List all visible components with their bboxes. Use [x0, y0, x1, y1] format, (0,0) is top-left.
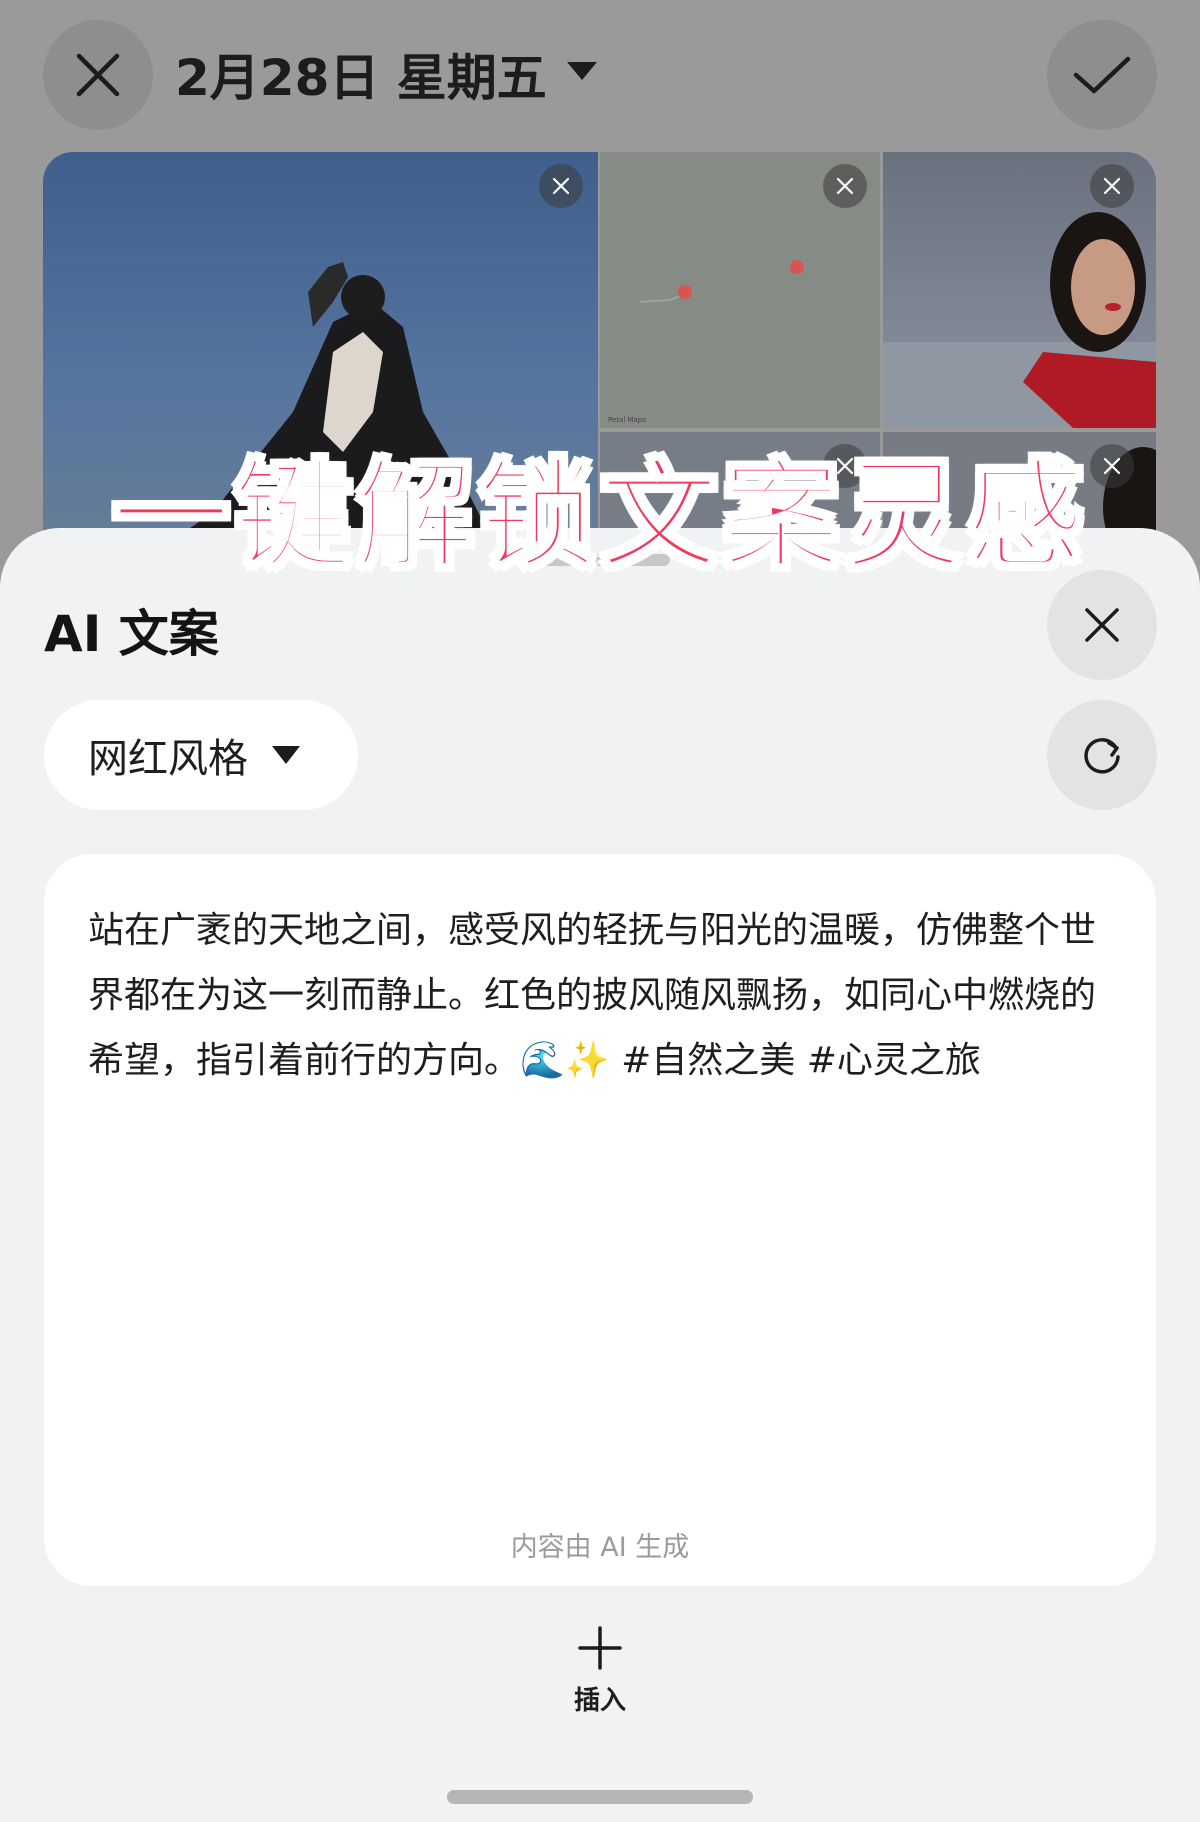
- style-dropdown-label: 网红风格: [88, 736, 248, 782]
- promo-banner-text: 一键解锁文案灵感: [110, 446, 1088, 587]
- remove-photo-button[interactable]: [823, 164, 867, 208]
- caret-down-icon: [272, 746, 300, 764]
- sheet-title: AI 文案: [44, 605, 219, 663]
- photo-woman-red-lips-sea[interactable]: [883, 152, 1156, 428]
- date-label: 2月28日 星期五: [175, 49, 547, 107]
- close-icon: [1085, 608, 1119, 642]
- insert-button[interactable]: 插入: [540, 1624, 660, 1717]
- close-icon: [1103, 177, 1121, 195]
- ai-copywriting-sheet: AI 文案 网红风格 站在广袤的天地之间，感受风的轻抚与阳光的温暖，仿佛整个世界…: [0, 528, 1200, 1822]
- close-editor-button[interactable]: [43, 20, 153, 130]
- confirm-button[interactable]: [1047, 20, 1157, 130]
- close-icon: [836, 177, 854, 195]
- style-dropdown[interactable]: 网红风格: [44, 700, 358, 810]
- regenerate-button[interactable]: [1047, 700, 1157, 810]
- remove-photo-button[interactable]: [1090, 164, 1134, 208]
- date-selector[interactable]: 2月28日 星期五: [175, 38, 599, 110]
- home-indicator[interactable]: [447, 1790, 753, 1804]
- ai-generated-note: 内容由 AI 生成: [510, 1532, 690, 1563]
- close-icon: [76, 53, 120, 97]
- check-icon: [1073, 56, 1131, 94]
- insert-label: 插入: [573, 1686, 626, 1716]
- remove-photo-button[interactable]: [539, 164, 583, 208]
- editor-header: 2月28日 星期五: [0, 0, 1200, 150]
- plus-icon: [578, 1626, 622, 1670]
- caret-down-icon: [566, 62, 597, 80]
- photo-map-with-pins[interactable]: Petal Maps: [600, 152, 880, 428]
- generated-text-card: 站在广袤的天地之间，感受风的轻抚与阳光的温暖，仿佛整个世界都在为这一刻而静止。红…: [44, 854, 1156, 1586]
- refresh-icon: [1084, 738, 1120, 774]
- close-icon: [552, 177, 570, 195]
- generated-copy-text[interactable]: 站在广袤的天地之间，感受风的轻抚与阳光的温暖，仿佛整个世界都在为这一刻而静止。红…: [88, 898, 1108, 1093]
